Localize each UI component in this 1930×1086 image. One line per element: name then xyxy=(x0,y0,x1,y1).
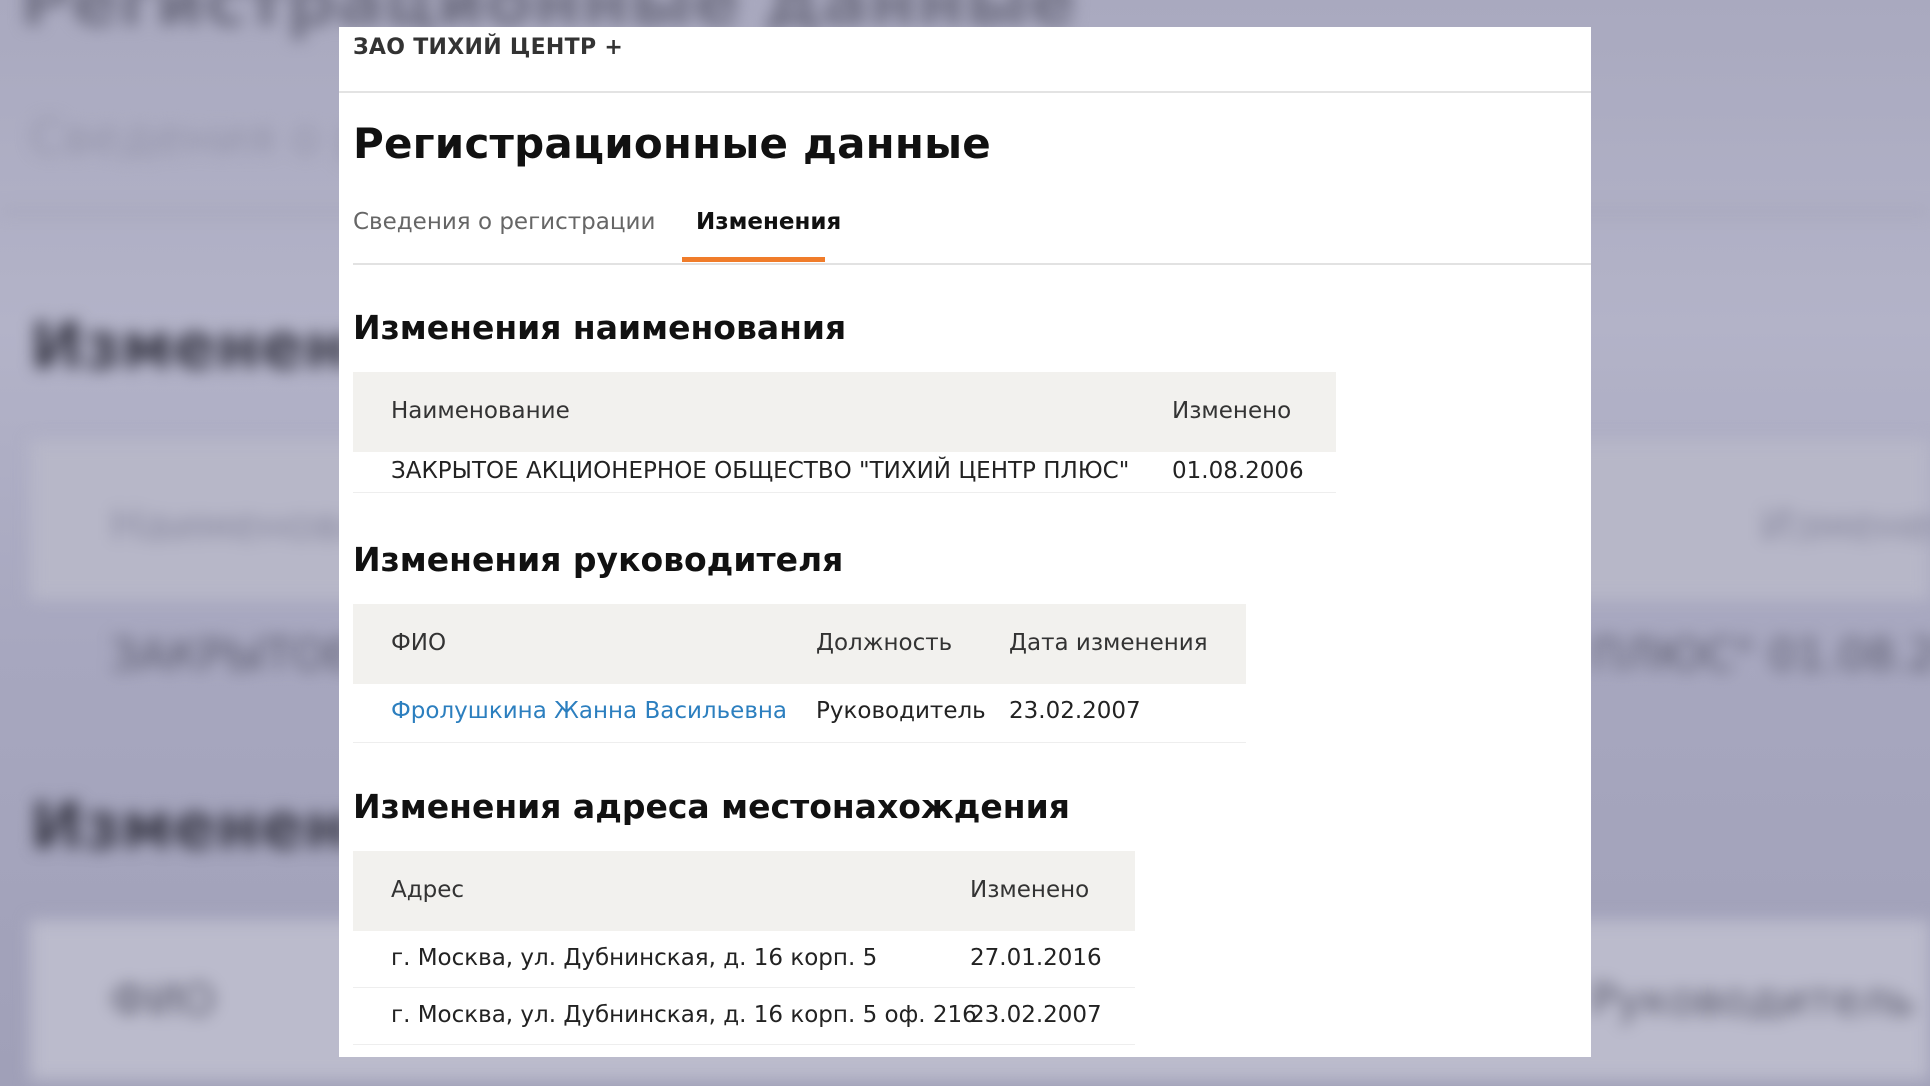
cell-address: г. Москва, ул. Дубнинская, д. 16 корп. 5… xyxy=(391,1002,977,1028)
background-right-3: Руководитель xyxy=(1590,975,1915,1026)
background-right-1: Изменено xyxy=(1760,500,1930,551)
cell-date: 27.01.2016 xyxy=(970,945,1102,971)
name-changes-table: Наименование Изменено ЗАКРЫТОЕ АКЦИОНЕРН… xyxy=(353,372,1336,493)
section-title-head-changes: Изменения руководителя xyxy=(353,540,844,579)
column-header-address: Адрес xyxy=(391,877,465,903)
cell-address: г. Москва, ул. Дубнинская, д. 16 корп. 5 xyxy=(391,945,878,971)
cell-date: 23.02.2007 xyxy=(970,1002,1102,1028)
section-title-address-changes: Изменения адреса местонахождения xyxy=(353,787,1070,826)
table-row: ЗАКРЫТОЕ АКЦИОНЕРНОЕ ОБЩЕСТВО "ТИХИЙ ЦЕН… xyxy=(353,452,1336,493)
tab-bar: Сведения о регистрации Изменения xyxy=(353,209,1591,289)
table-header: Адрес Изменено xyxy=(353,851,1135,931)
cell-position: Руководитель xyxy=(816,698,986,724)
column-header-fio: ФИО xyxy=(391,630,447,656)
cell-date: 01.08.2006 xyxy=(1172,458,1304,484)
registration-card: ЗАО ТИХИЙ ЦЕНТР + Регистрационные данные… xyxy=(339,27,1591,1057)
column-header-name: Наименование xyxy=(391,398,570,424)
active-tab-indicator xyxy=(682,257,825,262)
table-header: ФИО Должность Дата изменения xyxy=(353,604,1246,684)
cell-date: 23.02.2007 xyxy=(1009,698,1141,724)
table-header: Наименование Изменено xyxy=(353,372,1336,452)
column-header-change-date: Дата изменения xyxy=(1009,630,1208,656)
table-row: г. Москва, ул. Дубнинская, д. 16 корп. 5… xyxy=(353,988,1135,1045)
address-changes-table: Адрес Изменено г. Москва, ул. Дубнинская… xyxy=(353,851,1135,1045)
table-row: г. Москва, ул. Дубнинская, д. 16 корп. 5… xyxy=(353,931,1135,988)
tabs-divider xyxy=(353,263,1591,265)
company-name[interactable]: ЗАО ТИХИЙ ЦЕНТР + xyxy=(353,35,623,60)
person-link[interactable]: Фролушкина Жанна Васильевна xyxy=(391,698,787,724)
column-header-position: Должность xyxy=(816,630,953,656)
page-title: Регистрационные данные xyxy=(353,119,991,168)
header-divider xyxy=(339,91,1591,93)
column-header-changed: Изменено xyxy=(1172,398,1292,424)
table-row: Фролушкина Жанна Васильевна Руководитель… xyxy=(353,684,1246,743)
column-header-changed: Изменено xyxy=(970,877,1090,903)
tab-registration-info[interactable]: Сведения о регистрации xyxy=(353,209,655,249)
background-right-2: ПЛЮС" 01.08.2006 xyxy=(1590,630,1930,681)
section-title-name-changes: Изменения наименования xyxy=(353,308,847,347)
cell-name: ЗАКРЫТОЕ АКЦИОНЕРНОЕ ОБЩЕСТВО "ТИХИЙ ЦЕН… xyxy=(391,458,1130,484)
head-changes-table: ФИО Должность Дата изменения Фролушкина … xyxy=(353,604,1246,743)
background-text-3: ФИО xyxy=(110,975,216,1026)
tab-changes[interactable]: Изменения xyxy=(696,209,841,249)
